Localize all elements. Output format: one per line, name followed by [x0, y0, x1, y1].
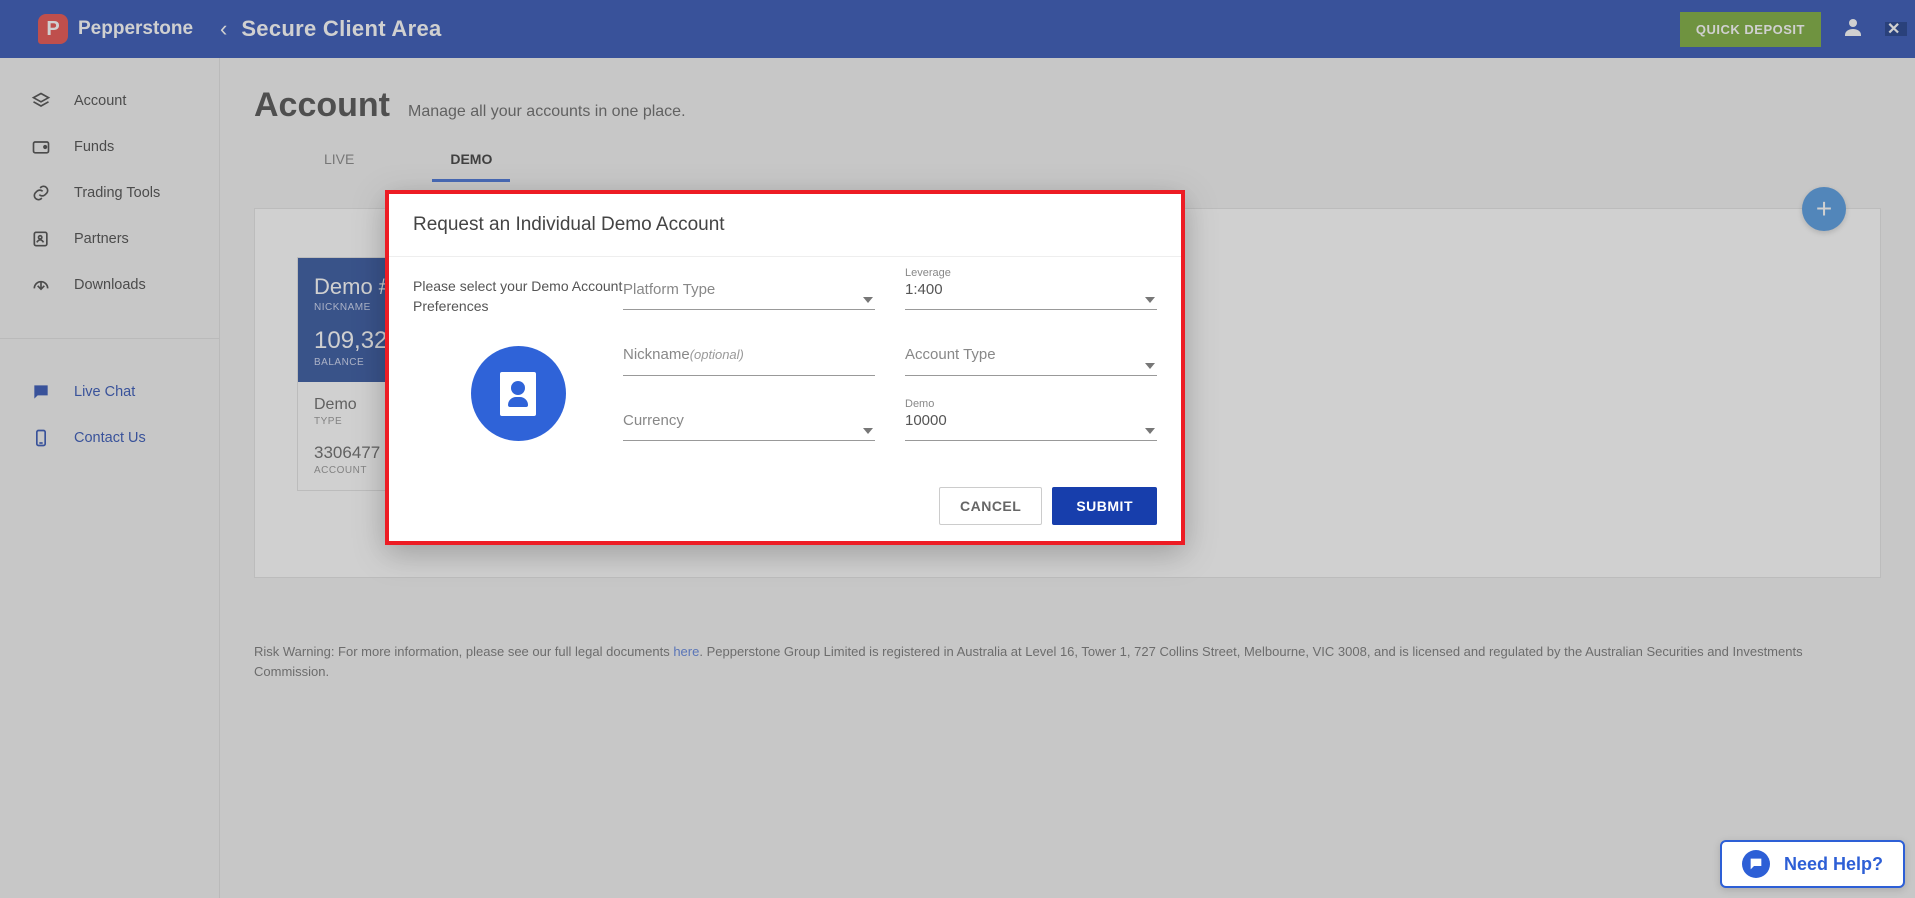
chevron-down-icon: [863, 428, 873, 434]
profile-illustration-icon: [471, 346, 566, 441]
chevron-down-icon: [1145, 297, 1155, 303]
currency-select[interactable]: Currency: [623, 412, 875, 441]
chevron-down-icon: [1145, 363, 1155, 369]
demo-value: 10000: [905, 412, 947, 429]
demo-balance-select[interactable]: Demo 10000: [905, 412, 1157, 441]
chevron-down-icon: [863, 297, 873, 303]
help-text: Need Help?: [1784, 854, 1883, 875]
chat-bubble-icon: [1742, 850, 1770, 878]
platform-type-label: Platform Type: [623, 281, 715, 298]
chevron-down-icon: [1145, 428, 1155, 434]
cancel-button[interactable]: CANCEL: [939, 487, 1042, 525]
nickname-optional: (optional): [690, 347, 744, 362]
demo-account-modal: Request an Individual Demo Account Pleas…: [385, 190, 1185, 545]
submit-button[interactable]: SUBMIT: [1052, 487, 1157, 525]
account-type-select[interactable]: Account Type: [905, 346, 1157, 375]
need-help-widget[interactable]: Need Help?: [1720, 840, 1905, 888]
leverage-value: 1:400: [905, 281, 943, 298]
nickname-input[interactable]: Nickname(optional): [623, 346, 875, 375]
platform-type-select[interactable]: Platform Type: [623, 281, 875, 310]
leverage-label: Leverage: [905, 267, 951, 279]
modal-title: Request an Individual Demo Account: [389, 194, 1181, 257]
nickname-label: Nickname: [623, 346, 690, 363]
modal-subtitle: Please select your Demo Account Preferen…: [413, 277, 623, 316]
demo-label: Demo: [905, 398, 934, 410]
leverage-select[interactable]: Leverage 1:400: [905, 281, 1157, 310]
account-type-label: Account Type: [905, 346, 996, 363]
currency-label: Currency: [623, 412, 684, 429]
